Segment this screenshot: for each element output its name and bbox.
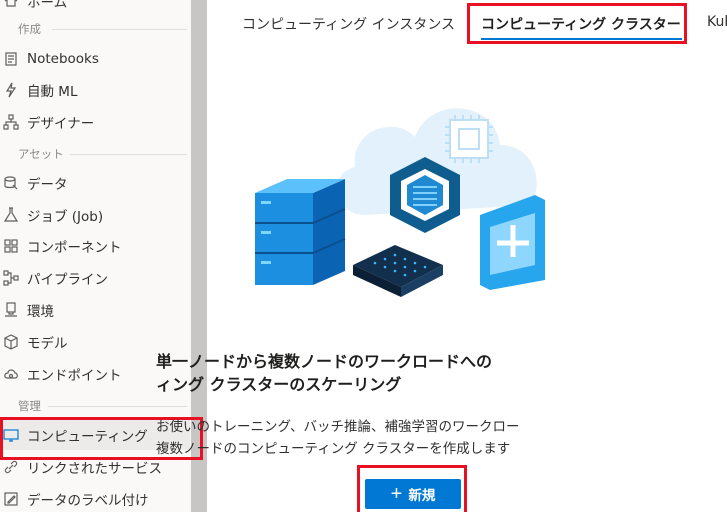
designer-icon [2, 113, 20, 131]
section-divider [70, 154, 187, 155]
section-divider [52, 29, 187, 30]
nav-item-label: コンポーネント [27, 240, 122, 256]
new-button-label: 新規 [408, 488, 436, 503]
notebook-icon [2, 50, 20, 68]
nav-item-data-labeling[interactable]: データのラベル付け [0, 484, 190, 512]
nav-item-label: Notebooks [27, 51, 99, 67]
tab-compute-instances[interactable]: コンピューティング インスタンス [242, 14, 455, 34]
plus-panel [480, 195, 545, 290]
nav-item-environments[interactable]: 環境 [0, 295, 190, 325]
nav-item-label: デザイナー [27, 116, 95, 132]
nav-item-label: データのラベル付け [27, 493, 149, 509]
automl-icon [2, 81, 20, 99]
model-cube-icon [2, 333, 20, 351]
nav-item-home[interactable]: ホーム [0, 0, 190, 16]
nav-item-automl[interactable]: 自動 ML [0, 75, 190, 105]
nav-item-designer[interactable]: デザイナー [0, 107, 190, 137]
components-icon [2, 237, 20, 255]
chip-icon [445, 115, 493, 163]
nav-item-label: リンクされたサービス [27, 461, 162, 477]
dot-grid-platform [353, 245, 443, 297]
label-edit-icon [2, 490, 20, 508]
environment-icon [2, 301, 20, 319]
tab-underline [481, 38, 682, 40]
nav-item-pipelines[interactable]: パイプライン [0, 263, 190, 293]
section-divider [48, 406, 187, 407]
compute-monitor-icon [2, 426, 20, 444]
tab-compute-clusters[interactable]: コンピューティング クラスター [481, 14, 681, 34]
nav-item-label: 自動 ML [27, 84, 78, 100]
section-author: 作成 [18, 22, 41, 36]
hero-heading: 単一ノードから複数ノードのワークロードへの ィング クラスターのスケーリング [156, 352, 493, 394]
compute-cluster-illustration [255, 108, 545, 297]
nav-item-data[interactable]: データ [0, 168, 190, 198]
server-stack [255, 179, 346, 285]
new-button[interactable]: + 新規 [365, 479, 461, 509]
nav-item-label: データ [27, 177, 68, 193]
section-manage: 管理 [18, 399, 41, 413]
plus-icon: + [390, 483, 403, 505]
flask-icon [2, 206, 20, 224]
data-icon [2, 174, 20, 192]
tab-kubernetes[interactable]: Kub [707, 14, 727, 30]
section-assets: アセット [18, 147, 64, 161]
nav-item-label: エンドポイント [27, 368, 122, 384]
nav-item-label: コンピューティング [27, 429, 148, 445]
nav-item-notebooks[interactable]: Notebooks [0, 44, 190, 74]
nav-item-label: 環境 [27, 304, 54, 320]
link-icon [2, 458, 20, 476]
endpoint-cloud-icon [2, 365, 20, 383]
nav-item-label: モデル [27, 336, 68, 352]
nav-item-label: ジョブ (Job) [27, 209, 104, 225]
home-icon [2, 0, 20, 10]
nav-item-jobs[interactable]: ジョブ (Job) [0, 200, 190, 230]
pipeline-icon [2, 269, 20, 287]
nav-item-label: ホーム [27, 0, 68, 11]
nav-item-label: パイプライン [27, 272, 108, 288]
nav-item-components[interactable]: コンポーネント [0, 231, 190, 261]
hero-description: お使いのトレーニング、バッチ推論、補強学習のワークロー 複数ノードのコンピューテ… [156, 419, 520, 457]
